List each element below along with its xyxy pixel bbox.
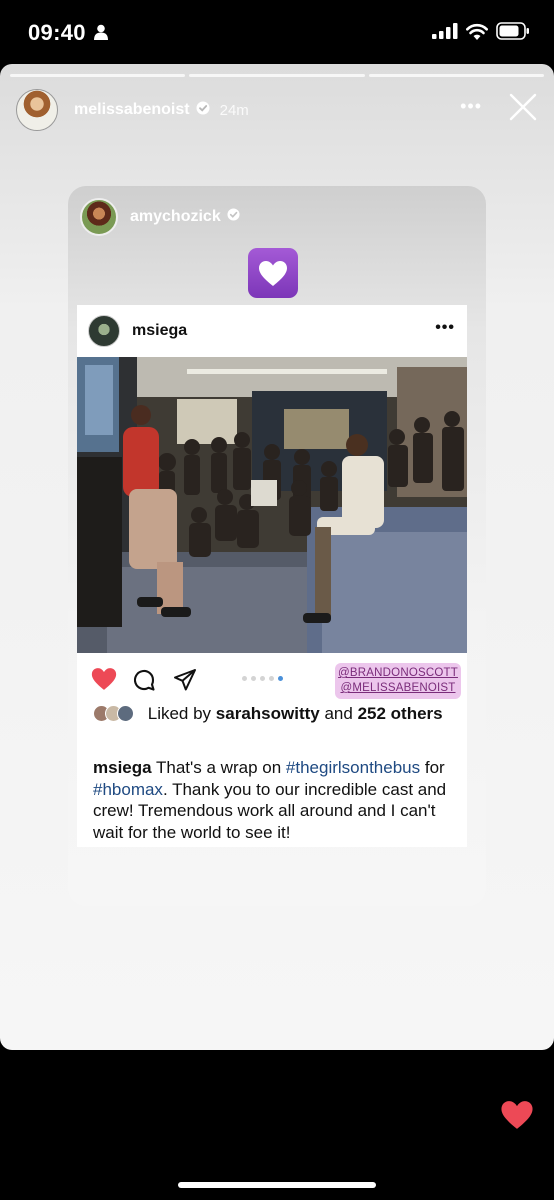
caption-text: for <box>424 758 445 777</box>
mention-tag[interactable]: @MELISSABENOIST <box>335 681 461 696</box>
sharer-username[interactable]: amychozick <box>130 208 221 226</box>
post-actions: @BRANDONOSCOTT @MELISSABENOIST <box>77 661 467 705</box>
share-icon[interactable] <box>173 668 197 697</box>
status-bar: 09:40 <box>0 0 554 64</box>
more-icon[interactable]: ••• <box>435 319 455 337</box>
carousel-dot <box>269 676 274 681</box>
wifi-icon <box>466 23 488 45</box>
person-icon <box>94 24 108 45</box>
mention-tag[interactable]: @BRANDONOSCOTT <box>335 666 461 681</box>
carousel-dots <box>242 676 283 681</box>
carousel-dot-active <box>278 676 283 681</box>
progress-segment <box>10 74 186 77</box>
home-indicator[interactable] <box>178 1182 376 1188</box>
likes-prefix: Liked by <box>147 704 212 723</box>
post-avatar[interactable] <box>88 315 120 347</box>
comment-icon[interactable] <box>132 668 156 697</box>
hashtag-link[interactable]: #hbomax <box>93 780 163 799</box>
signal-icon <box>432 23 458 44</box>
sharer-avatar[interactable] <box>80 198 118 236</box>
post-photo[interactable] <box>77 357 467 653</box>
like-story-heart-icon[interactable] <box>500 1100 534 1135</box>
progress-segment <box>189 74 365 77</box>
likes-count[interactable]: 252 others <box>358 704 443 723</box>
close-icon[interactable] <box>506 90 540 124</box>
carousel-dot <box>251 676 256 681</box>
post-username[interactable]: msiega <box>132 322 187 340</box>
story-avatar[interactable] <box>16 89 58 131</box>
likes-middle: and <box>324 704 353 723</box>
story-header: melissabenoist 24m ••• <box>16 88 540 132</box>
mention-sticker[interactable]: @BRANDONOSCOTT @MELISSABENOIST <box>335 663 461 699</box>
progress-segment <box>368 74 544 77</box>
story-timestamp: 24m <box>219 101 249 119</box>
post-photo-illustration <box>77 357 467 653</box>
sharer-row: amychozick <box>80 198 240 236</box>
battery-icon <box>496 22 530 45</box>
carousel-dot <box>260 676 265 681</box>
carousel-dot <box>242 676 247 681</box>
story-progress-bar <box>10 74 544 77</box>
likes-avatars <box>93 705 141 722</box>
hashtag-link[interactable]: #thegirlsonthebus <box>286 758 420 777</box>
verified-icon <box>227 208 240 226</box>
caption-username[interactable]: msiega <box>93 758 152 777</box>
post-header: msiega ••• <box>77 305 467 357</box>
status-icons <box>432 22 530 45</box>
caption-text: That's a wrap on <box>156 758 282 777</box>
likes-user[interactable]: sarahsowitty <box>216 704 320 723</box>
likes-summary[interactable]: Liked by sarahsowitty and 252 others <box>93 703 453 725</box>
post-caption: msiega That's a wrap on #thegirlsonthebu… <box>93 757 461 843</box>
status-time: 09:40 <box>28 20 86 45</box>
heart-icon[interactable] <box>91 667 117 696</box>
more-icon[interactable]: ••• <box>460 96 482 117</box>
story-username[interactable]: melissabenoist <box>74 101 190 119</box>
embedded-post[interactable]: msiega ••• @BRANDONOSCOTT @MELISSABENOIS… <box>77 305 467 847</box>
liker-avatar <box>117 705 134 722</box>
verified-icon <box>196 101 210 120</box>
purple-heart-icon <box>248 248 298 298</box>
